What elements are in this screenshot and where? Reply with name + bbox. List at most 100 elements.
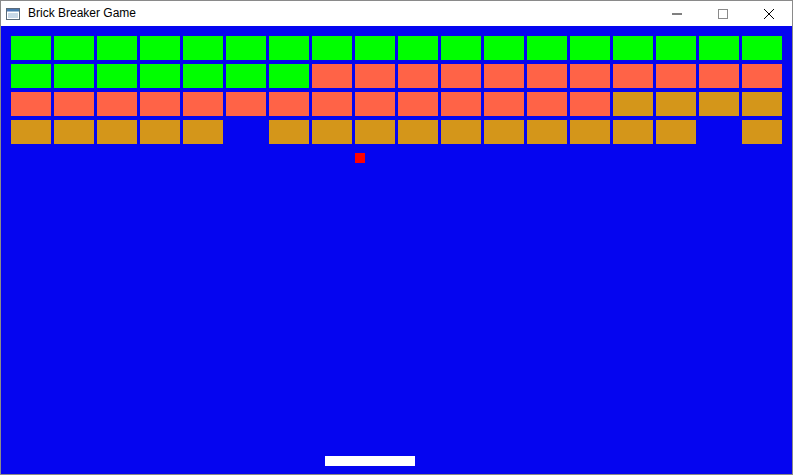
brick [183, 36, 223, 60]
brick [312, 120, 352, 144]
brick [613, 36, 653, 60]
brick-fill [484, 64, 524, 88]
brick [54, 64, 94, 88]
brick-fill [570, 120, 610, 144]
brick-fill [312, 120, 352, 144]
minimize-button[interactable] [654, 1, 700, 26]
window-title: Brick Breaker Game [28, 6, 654, 20]
brick-fill [613, 92, 653, 116]
brick-fill [484, 120, 524, 144]
brick-fill [54, 36, 94, 60]
maximize-button[interactable] [700, 1, 746, 26]
brick-fill [355, 92, 395, 116]
brick [527, 36, 567, 60]
brick-fill [613, 120, 653, 144]
brick-fill [398, 36, 438, 60]
brick-fill [11, 120, 51, 144]
brick [226, 64, 266, 88]
brick-fill [441, 36, 481, 60]
brick [398, 36, 438, 60]
brick-fill [484, 36, 524, 60]
brick-fill [97, 120, 137, 144]
brick [742, 120, 782, 144]
brick [11, 120, 51, 144]
brick [656, 120, 696, 144]
brick-fill [570, 64, 610, 88]
brick-fill [269, 120, 309, 144]
brick [183, 64, 223, 88]
brick [140, 120, 180, 144]
brick [527, 92, 567, 116]
brick [312, 36, 352, 60]
brick-fill [699, 92, 739, 116]
brick-fill [527, 36, 567, 60]
brick [97, 64, 137, 88]
brick-fill [183, 120, 223, 144]
brick-fill [699, 64, 739, 88]
brick [97, 36, 137, 60]
brick-fill [699, 36, 739, 60]
brick [742, 64, 782, 88]
brick-fill [312, 36, 352, 60]
brick [269, 64, 309, 88]
brick [742, 36, 782, 60]
brick-fill [140, 36, 180, 60]
brick [140, 64, 180, 88]
brick [699, 92, 739, 116]
brick [570, 92, 610, 116]
close-icon [764, 9, 774, 19]
brick [441, 36, 481, 60]
brick-fill [398, 120, 438, 144]
brick [226, 36, 266, 60]
brick [312, 92, 352, 116]
brick [398, 92, 438, 116]
brick-fill [656, 92, 696, 116]
paddle[interactable] [325, 456, 415, 466]
brick [11, 64, 51, 88]
ball [355, 153, 365, 163]
brick [226, 92, 266, 116]
game-canvas[interactable] [1, 26, 792, 474]
brick [527, 120, 567, 144]
minimize-icon [672, 9, 682, 19]
brick [699, 64, 739, 88]
brick-fill [656, 64, 696, 88]
brick-fill [742, 92, 782, 116]
brick-fill [355, 36, 395, 60]
brick-fill [312, 64, 352, 88]
brick [742, 92, 782, 116]
brick-fill [398, 92, 438, 116]
brick-fill [54, 92, 94, 116]
brick-fill [441, 64, 481, 88]
brick [398, 64, 438, 88]
brick-fill [269, 36, 309, 60]
brick [484, 64, 524, 88]
brick-fill [441, 92, 481, 116]
brick [97, 92, 137, 116]
brick-fill [97, 36, 137, 60]
brick-fill [742, 36, 782, 60]
game-window: Brick Breaker Game [0, 0, 793, 475]
brick-fill [11, 64, 51, 88]
brick [355, 64, 395, 88]
brick [613, 92, 653, 116]
brick [656, 64, 696, 88]
brick [11, 36, 51, 60]
app-icon [5, 6, 21, 22]
brick-fill [441, 120, 481, 144]
brick [398, 120, 438, 144]
maximize-icon [718, 9, 728, 19]
brick-fill [656, 120, 696, 144]
brick [656, 36, 696, 60]
brick-fill [183, 36, 223, 60]
brick-fill [312, 92, 352, 116]
brick-fill [570, 92, 610, 116]
close-button[interactable] [746, 1, 792, 26]
brick [140, 36, 180, 60]
brick-fill [183, 92, 223, 116]
title-bar[interactable]: Brick Breaker Game [1, 1, 792, 26]
brick-fill [269, 64, 309, 88]
brick-fill [140, 120, 180, 144]
brick-fill [484, 92, 524, 116]
brick [97, 120, 137, 144]
